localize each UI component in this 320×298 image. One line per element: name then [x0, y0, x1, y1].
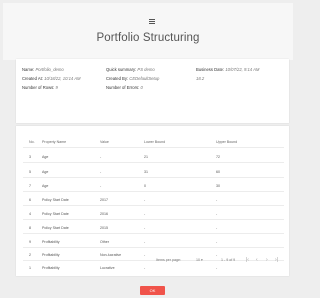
- items-per-page-select[interactable]: 10 ▾: [196, 258, 203, 262]
- info-version: 18.2: [196, 76, 204, 81]
- info-rows-label: Number of Rows:: [22, 85, 55, 90]
- cell-property-name: Age: [42, 155, 49, 159]
- row-divider: [23, 233, 284, 234]
- results-table: No. Property Name Value Lower Bound Uppe…: [16, 126, 289, 276]
- cell-value: -: [100, 155, 102, 159]
- row-divider: [23, 205, 284, 206]
- cell-upper-bound: 30: [216, 184, 220, 188]
- cell-upper-bound: -: [216, 266, 218, 270]
- info-business-date: Business Date: 10/07/22, 9:14 AM: [196, 67, 259, 72]
- column-header-lower-bound[interactable]: Lower Bound: [144, 140, 165, 144]
- row-divider: [23, 260, 284, 261]
- cell-lower-bound: 0: [144, 184, 146, 188]
- info-quick-summary-value: PS demo: [137, 67, 155, 72]
- cell-property-name: Profitability: [42, 240, 60, 244]
- column-header-no[interactable]: No.: [29, 140, 35, 144]
- info-errors: Number of Errors: 0: [106, 85, 143, 90]
- cell-property-name: Policy Start Date: [42, 212, 69, 216]
- column-header-upper-bound[interactable]: Upper Bound: [216, 140, 237, 144]
- page-title: Portfolio Structuring: [96, 32, 200, 44]
- info-created-by: Created By: CEDefaultSetup: [106, 76, 159, 81]
- cell-lower-bound: -: [144, 198, 146, 202]
- column-header-property-name[interactable]: Property Name: [42, 140, 66, 144]
- info-quick-summary: Quick summary: PS demo: [106, 67, 155, 72]
- info-errors-value: 0: [140, 85, 143, 90]
- cell-value: 2017: [100, 198, 108, 202]
- dropdown-arrow-icon: ▾: [201, 258, 203, 262]
- info-name: Name: Portfolio_demo: [22, 67, 64, 72]
- info-errors-label: Number of Errors:: [106, 85, 140, 90]
- page-range: 1 - 9 of 9: [221, 258, 236, 262]
- info-quick-summary-label: Quick summary:: [106, 67, 137, 72]
- info-card: Name: Portfolio_demo Created At: 10/18/2…: [16, 59, 289, 123]
- info-created-by-label: Created By:: [106, 76, 129, 81]
- header-divider: [23, 147, 284, 148]
- cell-upper-bound: 60: [216, 170, 220, 174]
- column-header-value[interactable]: Value: [100, 140, 109, 144]
- cell-no: 1: [29, 266, 31, 270]
- cell-no: 2: [29, 253, 31, 257]
- info-created-at-value: 10/18/22, 10:14 AM: [44, 76, 81, 81]
- header-bar: Portfolio Structuring: [3, 3, 293, 60]
- cell-no: 3: [29, 155, 31, 159]
- cell-upper-bound: -: [216, 226, 218, 230]
- info-rows: Number of Rows: 9: [22, 85, 58, 90]
- cell-lower-bound: -: [144, 253, 146, 257]
- info-version-value: 18.2: [196, 76, 205, 81]
- row-divider: [23, 162, 284, 163]
- cell-lower-bound: 31: [144, 170, 148, 174]
- cell-lower-bound: -: [144, 212, 146, 216]
- info-name-value: Portfolio_demo: [35, 67, 64, 72]
- cell-property-name: Policy Start Date: [42, 198, 69, 202]
- cell-property-name: Age: [42, 184, 49, 188]
- first-page-icon[interactable]: |‹: [246, 257, 249, 263]
- hamburger-menu-icon[interactable]: [149, 19, 155, 25]
- info-business-date-label: Business Date:: [196, 67, 225, 72]
- ok-button[interactable]: OK: [140, 286, 165, 295]
- row-divider: [23, 247, 284, 248]
- cell-lower-bound: -: [144, 266, 146, 270]
- cell-upper-bound: -: [216, 198, 218, 202]
- cell-property-name: Profitability: [42, 266, 60, 270]
- cell-value: 2015: [100, 226, 108, 230]
- items-per-page-value: 10: [196, 258, 200, 262]
- cell-no: 8: [29, 226, 31, 230]
- row-divider: [23, 219, 284, 220]
- items-per-page-label: Items per page:: [156, 258, 181, 262]
- cell-value: 2016: [100, 212, 108, 216]
- info-created-at: Created At: 10/18/22, 10:14 AM: [22, 76, 81, 81]
- info-created-by-value: CEDefaultSetup: [129, 76, 160, 81]
- cell-property-name: Policy Start Date: [42, 226, 69, 230]
- info-business-date-value: 10/07/22, 9:14 AM: [225, 67, 260, 72]
- last-page-icon[interactable]: ›|: [275, 257, 278, 263]
- row-divider: [23, 177, 284, 178]
- next-page-icon[interactable]: ›: [266, 257, 268, 263]
- info-rows-value: 9: [55, 85, 58, 90]
- prev-page-icon[interactable]: ‹: [256, 257, 258, 263]
- cell-lower-bound: -: [144, 226, 146, 230]
- cell-upper-bound: -: [216, 212, 218, 216]
- cell-no: 7: [29, 184, 31, 188]
- cell-value: -: [100, 184, 102, 188]
- cell-value: Non-lucrative: [100, 253, 122, 257]
- cell-no: 9: [29, 240, 31, 244]
- cell-upper-bound: -: [216, 253, 218, 257]
- cell-no: 4: [29, 212, 31, 216]
- cell-value: -: [100, 170, 102, 174]
- info-created-at-label: Created At:: [22, 76, 43, 81]
- row-divider: [23, 191, 284, 192]
- cell-lower-bound: -: [144, 240, 146, 244]
- info-name-label: Name:: [22, 67, 35, 72]
- cell-upper-bound: -: [216, 240, 218, 244]
- cell-property-name: Age: [42, 170, 49, 174]
- cell-value: Lucrative: [100, 266, 115, 270]
- cell-no: 6: [29, 198, 31, 202]
- cell-lower-bound: 21: [144, 155, 148, 159]
- cell-value: Other: [100, 240, 109, 244]
- cell-upper-bound: 72: [216, 155, 220, 159]
- cell-no: 5: [29, 170, 31, 174]
- cell-property-name: Profitability: [42, 253, 60, 257]
